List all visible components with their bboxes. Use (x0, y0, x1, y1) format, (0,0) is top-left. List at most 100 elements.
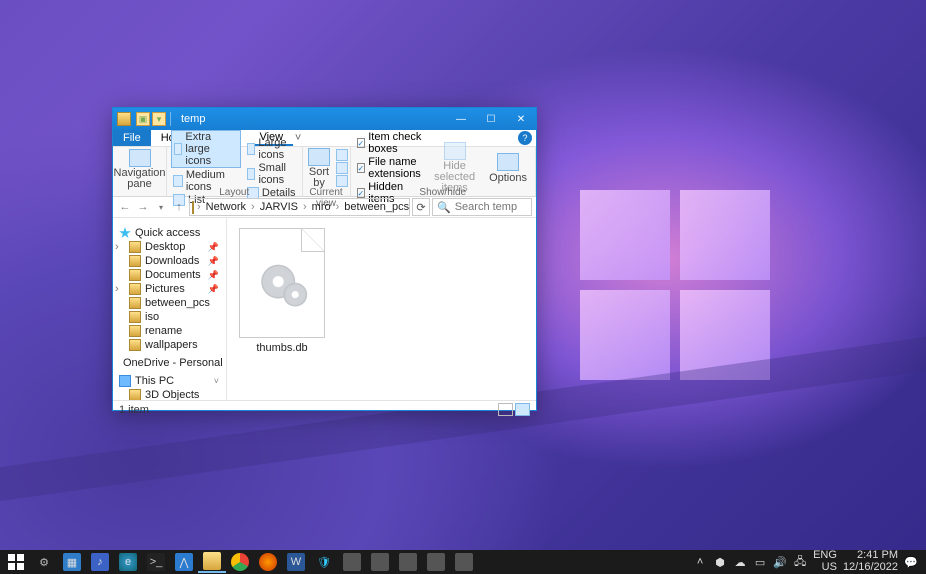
tray-icon[interactable]: ☁ (733, 555, 747, 569)
nav-iso[interactable]: iso (113, 310, 226, 324)
folder-icon (117, 112, 131, 126)
pin-icon: 📌 (208, 256, 219, 267)
forward-button[interactable]: → (135, 199, 151, 215)
group-by-button[interactable] (336, 149, 348, 187)
sort-by-button[interactable]: Sort by (304, 148, 334, 189)
help-icon[interactable]: ? (518, 131, 532, 145)
folder-icon (129, 389, 141, 400)
group-label-layout: Layout (171, 187, 298, 198)
folder-icon (129, 241, 141, 253)
folder-icon (129, 339, 141, 351)
search-icon: 🔍 (437, 201, 451, 214)
nav-rename[interactable]: rename (113, 324, 226, 338)
nav-documents[interactable]: Documents📌 (113, 268, 226, 282)
breadcrumb[interactable]: › Network› JARVIS› mro› between_pcs› tem… (189, 198, 410, 216)
folder-icon (129, 269, 141, 281)
taskbar-firefox[interactable] (254, 551, 282, 573)
tray-overflow-icon[interactable]: ˄ (693, 555, 707, 569)
nav-3d-objects[interactable]: 3D Objects (113, 388, 226, 400)
check-filename-ext[interactable]: ✓File name extensions (355, 156, 425, 180)
check-item-checkboxes[interactable]: ✓Item check boxes (355, 131, 425, 155)
close-button[interactable]: ✕ (506, 108, 536, 130)
clock[interactable]: 2:41 PM 12/16/2022 (843, 550, 898, 573)
taskbar[interactable]: ⚙ ▦ ♪ e >_ ⋀ W 🛡 ˄ ⬢ ☁ ▭ 🔊 🖧 ENG US 2:41… (0, 550, 926, 574)
status-bar: 1 item (113, 400, 536, 418)
layout-large-icons[interactable]: Large icons (245, 137, 298, 161)
minimize-button[interactable]: — (446, 108, 476, 130)
back-button[interactable]: ← (117, 199, 133, 215)
folder-icon (129, 311, 141, 323)
taskbar-app[interactable] (450, 551, 478, 573)
folder-icon (129, 297, 141, 309)
file-menu[interactable]: File (113, 130, 151, 146)
taskbar-terminal[interactable]: >_ (142, 551, 170, 573)
layout-extra-large-icons[interactable]: Extra large icons (171, 130, 241, 168)
navigation-pane[interactable]: Quick access ›Desktop📌 Downloads📌 Docume… (113, 218, 227, 400)
navigation-pane-button[interactable]: Navigation pane (117, 149, 162, 190)
crumb-network[interactable]: Network (204, 201, 248, 213)
taskbar-app[interactable] (422, 551, 450, 573)
options-icon (497, 153, 519, 171)
taskbar-app[interactable]: 🛡 (310, 551, 338, 573)
nav-pictures[interactable]: ›Pictures📌 (113, 282, 226, 296)
search-box[interactable]: 🔍 (432, 198, 532, 216)
up-button[interactable]: ↑ (171, 199, 187, 215)
folder-icon (129, 255, 141, 267)
nav-wallpapers[interactable]: wallpapers (113, 338, 226, 352)
qat-icon[interactable]: ▾ (152, 112, 166, 126)
view-details-icon[interactable] (498, 403, 513, 416)
taskbar-app[interactable] (394, 551, 422, 573)
taskbar-app[interactable]: ♪ (86, 551, 114, 573)
file-item-thumbs-db[interactable]: thumbs.db (237, 228, 327, 354)
file-list[interactable]: thumbs.db (227, 218, 536, 400)
chevron-down-icon: ˅ (214, 376, 219, 386)
start-button[interactable] (2, 551, 30, 573)
taskbar-app[interactable] (338, 551, 366, 573)
nav-onedrive[interactable]: OneDrive - Personal (113, 356, 226, 370)
taskbar-app[interactable] (366, 551, 394, 573)
nav-quick-access[interactable]: Quick access (113, 226, 226, 240)
search-input[interactable] (455, 201, 527, 213)
address-bar: ← → ▾ ↑ › Network› JARVIS› mro› between_… (113, 197, 536, 218)
status-text: 1 item (119, 404, 149, 416)
taskbar-edge[interactable]: e (114, 551, 142, 573)
crumb-mro[interactable]: mro (310, 201, 333, 213)
qat-icon[interactable]: ▣ (136, 112, 150, 126)
tray-network-icon[interactable]: 🖧 (793, 555, 807, 569)
refresh-button[interactable]: ⟳ (412, 198, 430, 216)
taskbar-settings[interactable]: ⚙ (30, 551, 58, 573)
folder-icon (192, 201, 194, 214)
crumb-jarvis[interactable]: JARVIS (258, 201, 300, 213)
language-indicator[interactable]: ENG US (813, 550, 837, 573)
file-explorer-window: ▣ ▾ temp — ☐ ✕ File Home Share View ˅ ? … (112, 107, 537, 411)
gear-icon (261, 265, 301, 305)
folder-icon (129, 283, 141, 295)
taskbar-chrome[interactable] (226, 551, 254, 573)
options-button[interactable]: Options (485, 153, 531, 184)
recent-locations-button[interactable]: ▾ (153, 199, 169, 215)
hide-selected-button: Hide selected items (430, 142, 479, 194)
action-center-icon[interactable]: 💬 (904, 555, 918, 569)
star-icon (119, 227, 131, 239)
nav-desktop[interactable]: ›Desktop📌 (113, 240, 226, 254)
nav-downloads[interactable]: Downloads📌 (113, 254, 226, 268)
nav-this-pc[interactable]: This PC˅ (113, 374, 226, 388)
taskbar-vscode[interactable]: ⋀ (170, 551, 198, 573)
nav-between-pcs[interactable]: between_pcs (113, 296, 226, 310)
tray-volume-icon[interactable]: 🔊 (773, 555, 787, 569)
crumb-between-pcs[interactable]: between_pcs (342, 201, 410, 213)
tray-icon[interactable]: ▭ (753, 555, 767, 569)
maximize-button[interactable]: ☐ (476, 108, 506, 130)
view-large-icons-icon[interactable] (515, 403, 530, 416)
navpane-icon (129, 149, 151, 167)
titlebar[interactable]: ▣ ▾ temp — ☐ ✕ (113, 108, 536, 130)
layout-small-icons[interactable]: Small icons (245, 162, 298, 186)
system-tray[interactable]: ˄ ⬢ ☁ ▭ 🔊 🖧 ENG US 2:41 PM 12/16/2022 💬 (693, 550, 924, 573)
tray-icon[interactable]: ⬢ (713, 555, 727, 569)
taskbar-app[interactable]: ▦ (58, 551, 86, 573)
icon-size-icon (247, 168, 256, 180)
sort-icon (308, 148, 330, 166)
checkbox-icon: ✓ (357, 138, 366, 148)
taskbar-app[interactable]: W (282, 551, 310, 573)
taskbar-file-explorer[interactable] (198, 551, 226, 573)
